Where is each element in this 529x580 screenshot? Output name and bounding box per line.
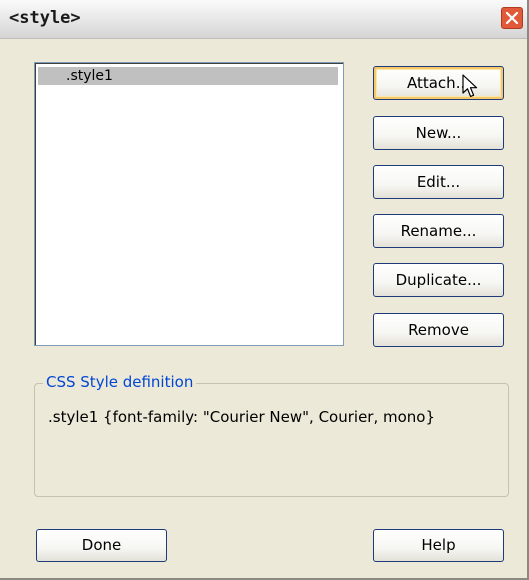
- mouse-pointer-icon: [462, 74, 478, 98]
- close-icon: [505, 11, 519, 25]
- list-item-style1[interactable]: .style1: [38, 67, 338, 85]
- window-title: <style>: [9, 8, 81, 28]
- rename-button[interactable]: Rename...: [373, 214, 504, 248]
- attach-button[interactable]: Attach...: [373, 66, 504, 100]
- styles-listbox[interactable]: .style1: [34, 62, 344, 346]
- new-button[interactable]: New...: [373, 116, 504, 150]
- css-definition-groupbox: [34, 383, 509, 497]
- done-button[interactable]: Done: [36, 529, 167, 562]
- duplicate-button[interactable]: Duplicate...: [373, 263, 504, 297]
- remove-button[interactable]: Remove: [373, 313, 504, 347]
- css-definition-text: .style1 {font-family: "Courier New", Cou…: [48, 408, 436, 426]
- title-bar: <style>: [0, 0, 527, 39]
- css-definition-legend: CSS Style definition: [43, 373, 197, 391]
- close-button[interactable]: [501, 7, 523, 29]
- help-button[interactable]: Help: [373, 529, 504, 562]
- edit-button[interactable]: Edit...: [373, 165, 504, 199]
- style-dialog: <style> .style1 Attach... New... Edit...…: [0, 0, 529, 580]
